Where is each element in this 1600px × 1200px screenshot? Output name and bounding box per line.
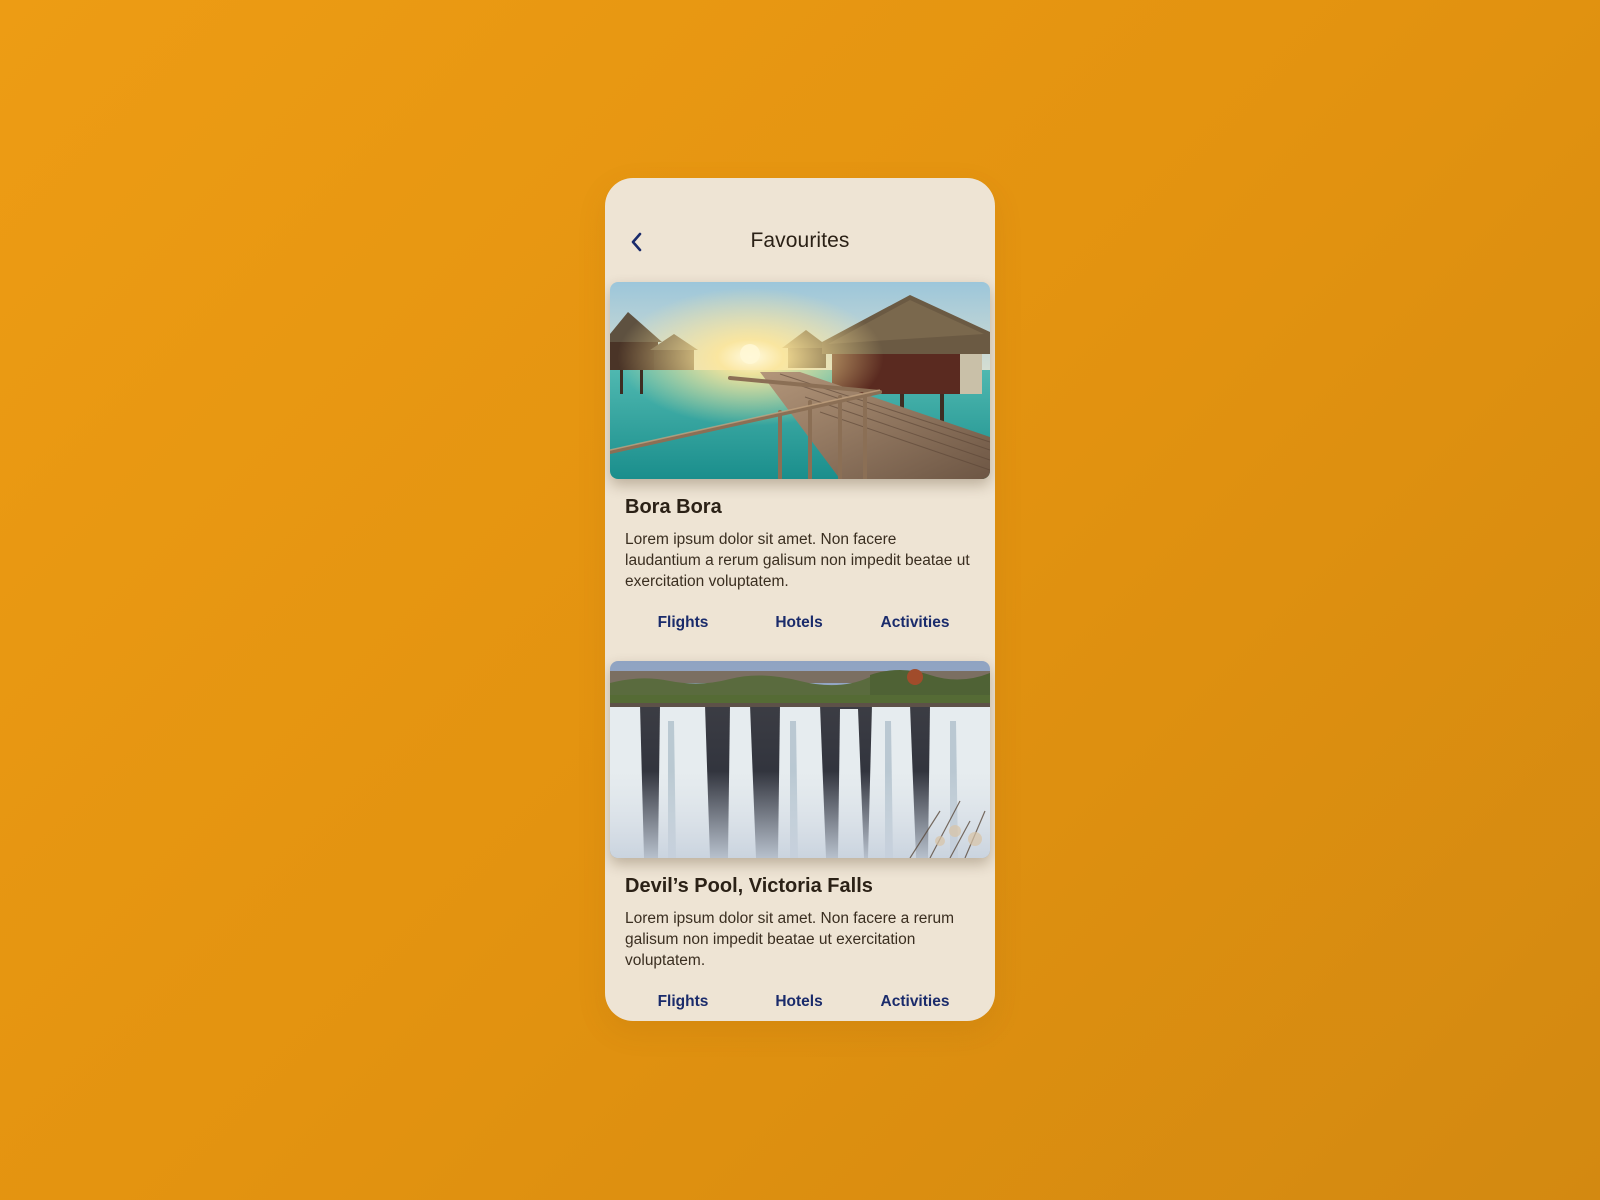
bora-bora-image[interactable] [610,282,990,479]
card-description: Lorem ipsum dolor sit amet. Non facere a… [625,910,955,969]
favourite-card-bora-bora[interactable]: Bora Bora Lorem ipsum dolor sit amet. No… [610,282,990,631]
activities-link[interactable]: Activities [857,993,973,1011]
hotels-link[interactable]: Hotels [741,614,857,632]
page-title: Favourites [750,229,850,252]
header: Favourites [605,222,995,262]
phone-screen: Favourites Bora Bora Lorem ipsum dolor s… [605,178,995,1021]
card-links: Flights Hotels Activities [610,993,990,1017]
card-description: Lorem ipsum dolor sit amet. Non facere l… [625,531,970,590]
flights-link[interactable]: Flights [625,614,741,632]
victoria-falls-image[interactable] [610,661,990,858]
activities-link[interactable]: Activities [857,614,973,632]
card-title: Devil’s Pool, Victoria Falls [625,875,873,897]
hotels-link[interactable]: Hotels [741,993,857,1011]
card-links: Flights Hotels Activities [610,614,990,638]
favourite-card-victoria-falls[interactable]: Devil’s Pool, Victoria Falls Lorem ipsum… [610,661,990,1010]
card-title: Bora Bora [625,496,722,518]
flights-link[interactable]: Flights [625,993,741,1011]
